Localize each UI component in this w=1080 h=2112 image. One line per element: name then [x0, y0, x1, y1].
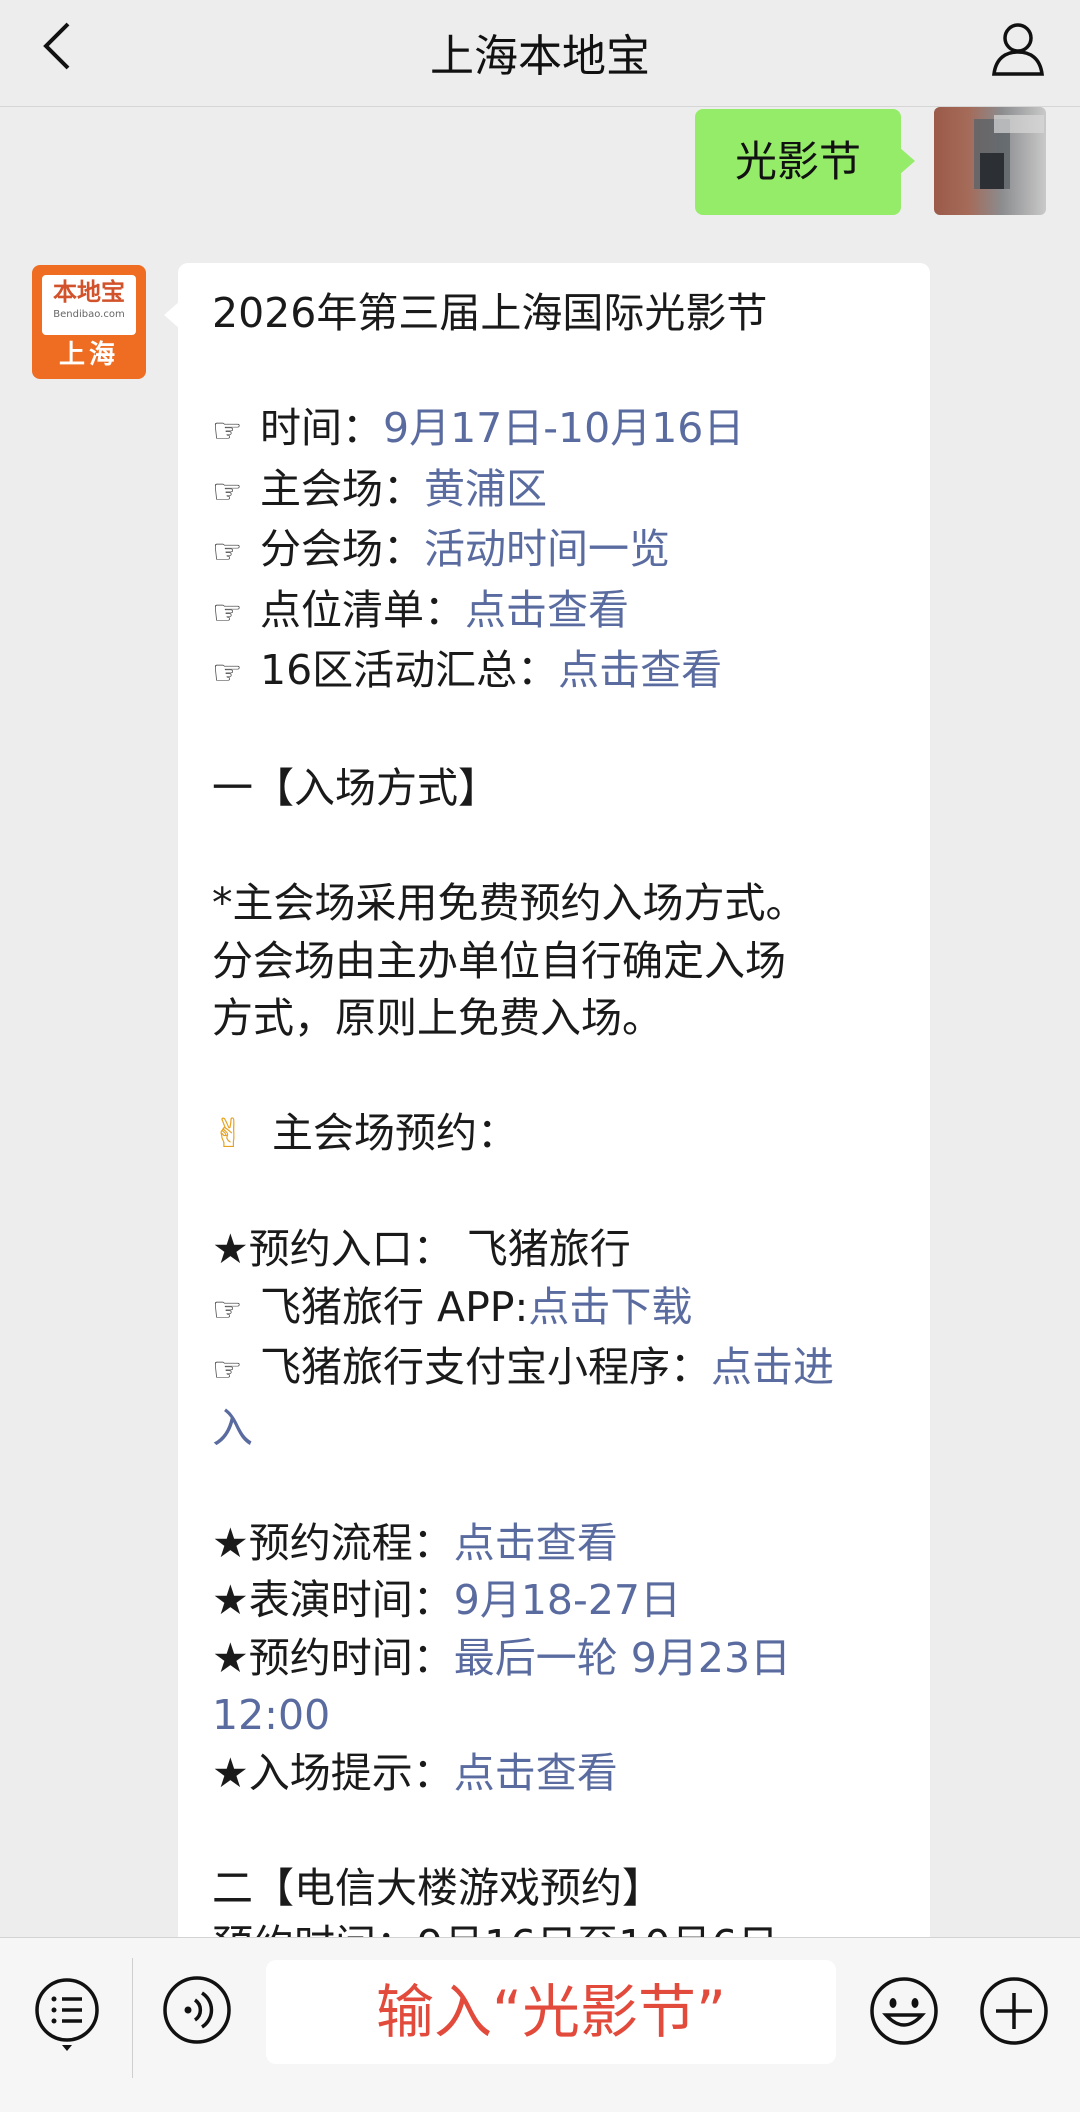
pointing-hand-icon: ☞ — [212, 532, 243, 572]
top-bar: 上海本地宝 — [0, 0, 1080, 107]
section-heading: 二【电信大楼游戏预约】 — [212, 1863, 663, 1912]
section-heading: 一【入场方式】 — [212, 764, 499, 812]
input-bar: 输入“光影节” — [0, 1937, 1080, 2112]
list-menu-icon — [35, 1978, 99, 2051]
logo-text: 本地宝 — [53, 278, 125, 306]
emoji-button[interactable] — [868, 1975, 938, 2045]
time-link[interactable]: 9月17日-10月16日 — [383, 404, 744, 452]
page-title: 上海本地宝 — [430, 31, 650, 82]
pointing-hand-icon: ☞ — [212, 592, 243, 633]
voice-button[interactable] — [162, 1975, 232, 2045]
mini-program-line: ☞ 飞猪旅行支付宝小程序：点击进 — [212, 1339, 902, 1400]
bot-avatar[interactable]: 本地宝 Bendibao.com 上海 — [32, 265, 146, 379]
avatar-city: 上海 — [58, 340, 119, 370]
logo-subtext: Bendibao.com — [53, 309, 125, 320]
pointing-hand-icon: ☞ — [212, 411, 243, 451]
profile-button[interactable] — [986, 16, 1050, 80]
show-time-line: ★表演时间：9月18-27日 — [212, 1576, 681, 1624]
bendibao-logo: 本地宝 Bendibao.com — [42, 275, 136, 335]
info-line-sub-venue: ☞ 分会场：活动时间一览 — [212, 521, 902, 582]
self-message-bubble[interactable]: 光影节 — [695, 109, 915, 215]
info-line-locations: ☞ 点位清单：点击查看 — [212, 582, 902, 643]
pointing-hand-icon: ☞ — [212, 471, 243, 512]
chat-area[interactable]: 光影节 本地宝 Bendibao.com 上海 2026年第三届上海国际光影节 … — [0, 107, 1080, 1937]
entry-tip-link[interactable]: 点击查看 — [454, 1749, 618, 1797]
avatar-mosaic — [994, 115, 1044, 133]
plus-button[interactable] — [978, 1975, 1048, 2045]
info-line-main-venue: ☞ 主会场：黄浦区 — [212, 461, 902, 522]
mini-program-link[interactable]: 点击进 — [711, 1343, 834, 1391]
smiley-icon — [870, 1977, 938, 2045]
booking-time-line: ★预约时间：最后一轮 9月23日 — [212, 1633, 792, 1682]
booking-process-line: ★预约流程：点击查看 — [212, 1518, 618, 1567]
districts-link[interactable]: 点击查看 — [558, 646, 722, 694]
cut-off-line: 预约时间：9月16日至10月6日 — [212, 1917, 902, 1937]
booking-entry: ★预约入口： 飞猪旅行 — [212, 1225, 631, 1273]
app-download-line: ☞ 飞猪旅行 APP:点击下载 — [212, 1279, 902, 1340]
locations-link[interactable]: 点击查看 — [465, 586, 629, 634]
entry-tip-line: ★入场提示：点击查看 — [212, 1748, 618, 1797]
person-icon — [992, 23, 1044, 76]
victory-hand-icon: ✌ — [212, 1111, 246, 1157]
self-message-text: 光影节 — [734, 137, 861, 186]
main-venue-link[interactable]: 黄浦区 — [424, 465, 547, 513]
divider — [132, 1958, 133, 2078]
booking-process-link[interactable]: 点击查看 — [454, 1519, 618, 1567]
avatar-mosaic — [980, 153, 1004, 189]
sub-venue-link[interactable]: 活动时间一览 — [424, 525, 670, 573]
bot-message-text: 2026年第三届上海国际光影节 ☞ 时间：9月17日-10月16日 ☞ 主会场：黄浦… — [212, 285, 902, 1937]
mini-program-link-cont[interactable]: 入 — [212, 1404, 253, 1452]
plus-circle-icon — [980, 1977, 1048, 2045]
voice-icon — [163, 1976, 231, 2044]
booking-time-link-cont[interactable]: 12:00 — [212, 1691, 330, 1739]
show-time-link[interactable]: 9月18-27日 — [454, 1576, 681, 1624]
self-avatar[interactable] — [934, 107, 1046, 215]
input-text: 输入“光影节” — [375, 1978, 727, 2046]
info-line-districts: ☞ 16区活动汇总：点击查看 — [212, 642, 902, 703]
info-line-time: ☞ 时间：9月17日-10月16日 — [212, 400, 902, 461]
bot-message-bubble[interactable]: 2026年第三届上海国际光影节 ☞ 时间：9月17日-10月16日 ☞ 主会场：黄浦… — [164, 263, 930, 1937]
pointing-hand-icon: ☞ — [212, 1289, 243, 1330]
menu-button[interactable] — [32, 1975, 102, 2051]
pointing-hand-icon: ☞ — [212, 653, 243, 693]
paragraph-line: 方式，原则上免费入场。 — [212, 994, 663, 1042]
main-venue-booking-heading: ✌ 主会场预约： — [212, 1105, 902, 1164]
booking-time-link[interactable]: 最后一轮 9月23日 — [454, 1634, 791, 1682]
message-title: 2026年第三届上海国际光影节 — [212, 289, 768, 337]
message-input[interactable]: 输入“光影节” — [266, 1960, 836, 2064]
paragraph-line: *主会场采用免费预约入场方式。 — [212, 879, 807, 927]
paragraph-line: 分会场由主办单位自行确定入场 — [212, 936, 786, 985]
app-download-link[interactable]: 点击下载 — [528, 1283, 692, 1331]
pointing-hand-icon: ☞ — [212, 1350, 243, 1390]
